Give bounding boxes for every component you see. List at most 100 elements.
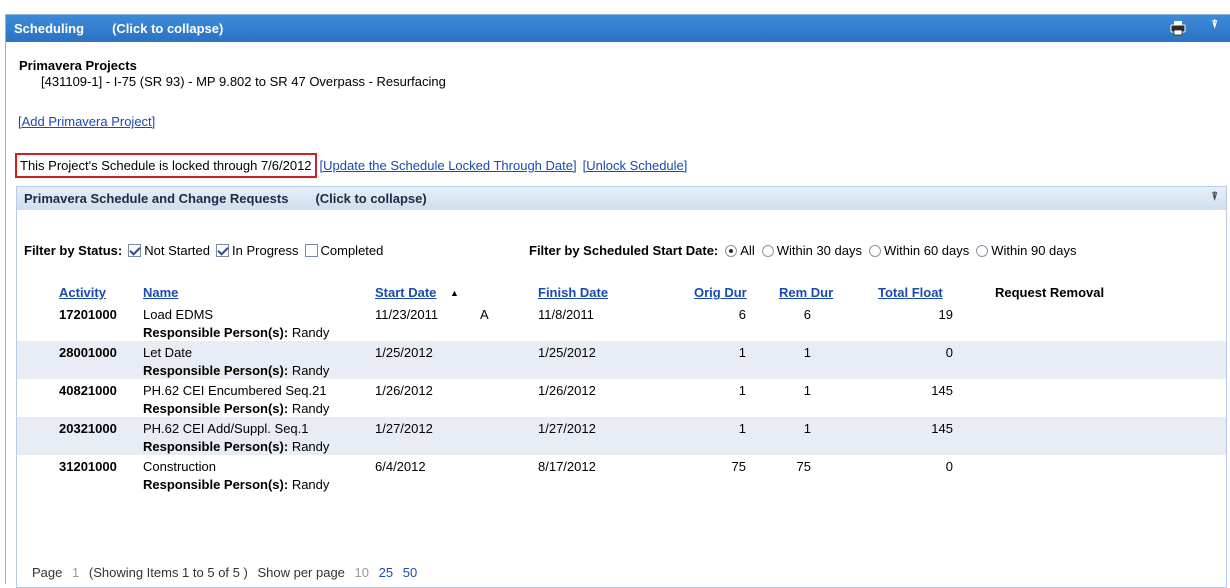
date-filter: Filter by Scheduled Start Date: All With…	[529, 243, 1081, 258]
per-page-label: Show per page	[257, 565, 345, 580]
rem-dur: 6	[803, 307, 811, 322]
within-90-radio[interactable]	[976, 244, 989, 257]
activity-name: Load EDMS	[143, 307, 214, 322]
responsible-person: Responsible Person(s): Randy	[143, 477, 330, 492]
start-date: 1/26/2012	[375, 383, 433, 398]
unlock-schedule-link[interactable]: [Unlock Schedule]	[583, 158, 688, 173]
orig-dur: 75	[731, 459, 746, 474]
total-float: 145	[931, 421, 953, 436]
col-name-header[interactable]: Name	[143, 285, 178, 300]
update-lock-date-link[interactable]: [Update the Schedule Locked Through Date…	[320, 158, 577, 173]
date-filter-label: Filter by Scheduled Start Date:	[529, 243, 719, 258]
schedule-panel: Primavera Schedule and Change Requests (…	[16, 186, 1227, 588]
col-finish-header[interactable]: Finish Date	[538, 285, 608, 300]
sort-asc-icon: ▲	[450, 288, 459, 298]
all-radio[interactable]	[725, 244, 738, 257]
within-90-label: Within 90 days	[991, 243, 1077, 258]
responsible-person: Responsible Person(s): Randy	[143, 401, 330, 416]
rem-dur: 75	[796, 459, 811, 474]
responsible-person: Responsible Person(s): Randy	[143, 325, 330, 340]
lock-row: This Project's Schedule is locked throug…	[15, 153, 693, 178]
finish-date: 1/26/2012	[538, 383, 596, 398]
pager: Page 1 (Showing Items 1 to 5 of 5 ) Show…	[32, 565, 417, 580]
printer-icon[interactable]	[1170, 20, 1186, 36]
add-project-link[interactable]: [Add Primavera Project]	[18, 114, 155, 129]
page-size-50[interactable]: 50	[403, 565, 417, 580]
projects-label: Primavera Projects	[19, 58, 137, 73]
collapse-toggle[interactable]: (Click to collapse)	[112, 21, 223, 36]
within-30-label: Within 30 days	[776, 243, 862, 258]
activity-id: 31201000	[59, 459, 117, 474]
table-row: 28001000 Let Date 1/25/2012 1/25/2012 1 …	[17, 341, 1226, 379]
total-float: 0	[945, 345, 953, 360]
schedule-table: Activity Name Start Date ▲ Finish Date O…	[17, 283, 1226, 493]
within-30-radio[interactable]	[761, 244, 774, 257]
lock-status-message: This Project's Schedule is locked throug…	[15, 153, 317, 178]
pin-icon[interactable]: ⍒	[1211, 19, 1218, 32]
not-started-label: Not Started	[144, 243, 211, 258]
panel-header[interactable]: Primavera Schedule and Change Requests (…	[17, 187, 1226, 210]
in-progress-checkbox[interactable]	[216, 244, 230, 257]
activity-name: Construction	[143, 459, 216, 474]
start-date: 6/4/2012	[375, 459, 426, 474]
table-row: 31201000 Construction 6/4/2012 8/17/2012…	[17, 455, 1226, 493]
col-orig-header[interactable]: Orig Dur	[694, 285, 747, 300]
col-rem-header[interactable]: Rem Dur	[779, 285, 833, 300]
activity-id: 40821000	[59, 383, 117, 398]
orig-dur: 6	[738, 307, 746, 322]
finish-date: 1/27/2012	[538, 421, 596, 436]
finish-date: 1/25/2012	[538, 345, 596, 360]
activity-id: 28001000	[59, 345, 117, 360]
orig-dur: 1	[738, 383, 746, 398]
within-60-label: Within 60 days	[883, 243, 970, 258]
actual-flag: A	[480, 307, 489, 322]
page-size-25[interactable]: 25	[379, 565, 393, 580]
activity-id: 20321000	[59, 421, 117, 436]
rem-dur: 1	[803, 421, 811, 436]
filters: Filter by Status: Not Started In Progres…	[24, 243, 1214, 263]
panel-title: Primavera Schedule and Change Requests	[24, 191, 289, 206]
activity-name: PH.62 CEI Encumbered Seq.21	[143, 383, 327, 398]
panel-pin-icon[interactable]: ⍒	[1211, 191, 1218, 204]
scheduling-section: Scheduling (Click to collapse) ⍒ Primave…	[5, 14, 1230, 588]
rem-dur: 1	[803, 383, 811, 398]
finish-date: 11/8/2011	[538, 307, 594, 322]
section-title: Scheduling	[14, 21, 85, 36]
showing-items: (Showing Items 1 to 5 of 5 )	[88, 565, 248, 580]
completed-label: Completed	[320, 243, 384, 258]
in-progress-label: In Progress	[232, 243, 299, 258]
section-header[interactable]: Scheduling (Click to collapse) ⍒	[6, 15, 1230, 42]
total-float: 19	[938, 307, 953, 322]
table-row: 17201000 Load EDMS 11/23/2011 A 11/8/201…	[17, 303, 1226, 341]
all-radio-label: All	[740, 243, 755, 258]
table-row: 40821000 PH.62 CEI Encumbered Seq.21 1/2…	[17, 379, 1226, 417]
activity-id: 17201000	[59, 307, 117, 322]
col-start-header[interactable]: Start Date	[375, 285, 436, 300]
completed-checkbox[interactable]	[304, 244, 318, 257]
start-date: 1/25/2012	[375, 345, 433, 360]
panel-collapse-toggle[interactable]: (Click to collapse)	[315, 191, 426, 206]
not-started-checkbox[interactable]	[128, 244, 142, 257]
activity-name: PH.62 CEI Add/Suppl. Seq.1	[143, 421, 309, 436]
responsible-person: Responsible Person(s): Randy	[143, 363, 330, 378]
page-size-10: 10	[354, 565, 369, 580]
table-header: Activity Name Start Date ▲ Finish Date O…	[17, 283, 1226, 303]
orig-dur: 1	[738, 421, 746, 436]
col-float-header[interactable]: Total Float	[878, 285, 943, 300]
activity-name: Let Date	[143, 345, 193, 360]
col-removal-header: Request Removal	[995, 285, 1105, 300]
start-date: 1/27/2012	[375, 421, 433, 436]
rem-dur: 1	[803, 345, 811, 360]
project-item: [431109-1] - I-75 (SR 93) - MP 9.802 to …	[41, 74, 446, 89]
col-activity-header[interactable]: Activity	[59, 285, 106, 300]
page-number: 1	[72, 565, 80, 580]
finish-date: 8/17/2012	[538, 459, 596, 474]
page-label: Page	[32, 565, 63, 580]
total-float: 145	[931, 383, 953, 398]
table-row: 20321000 PH.62 CEI Add/Suppl. Seq.1 1/27…	[17, 417, 1226, 455]
status-filter-label: Filter by Status:	[24, 243, 123, 258]
status-filter: Filter by Status: Not Started In Progres…	[24, 243, 387, 258]
within-60-radio[interactable]	[868, 244, 881, 257]
total-float: 0	[945, 459, 953, 474]
start-date: 11/23/2011	[375, 307, 439, 322]
